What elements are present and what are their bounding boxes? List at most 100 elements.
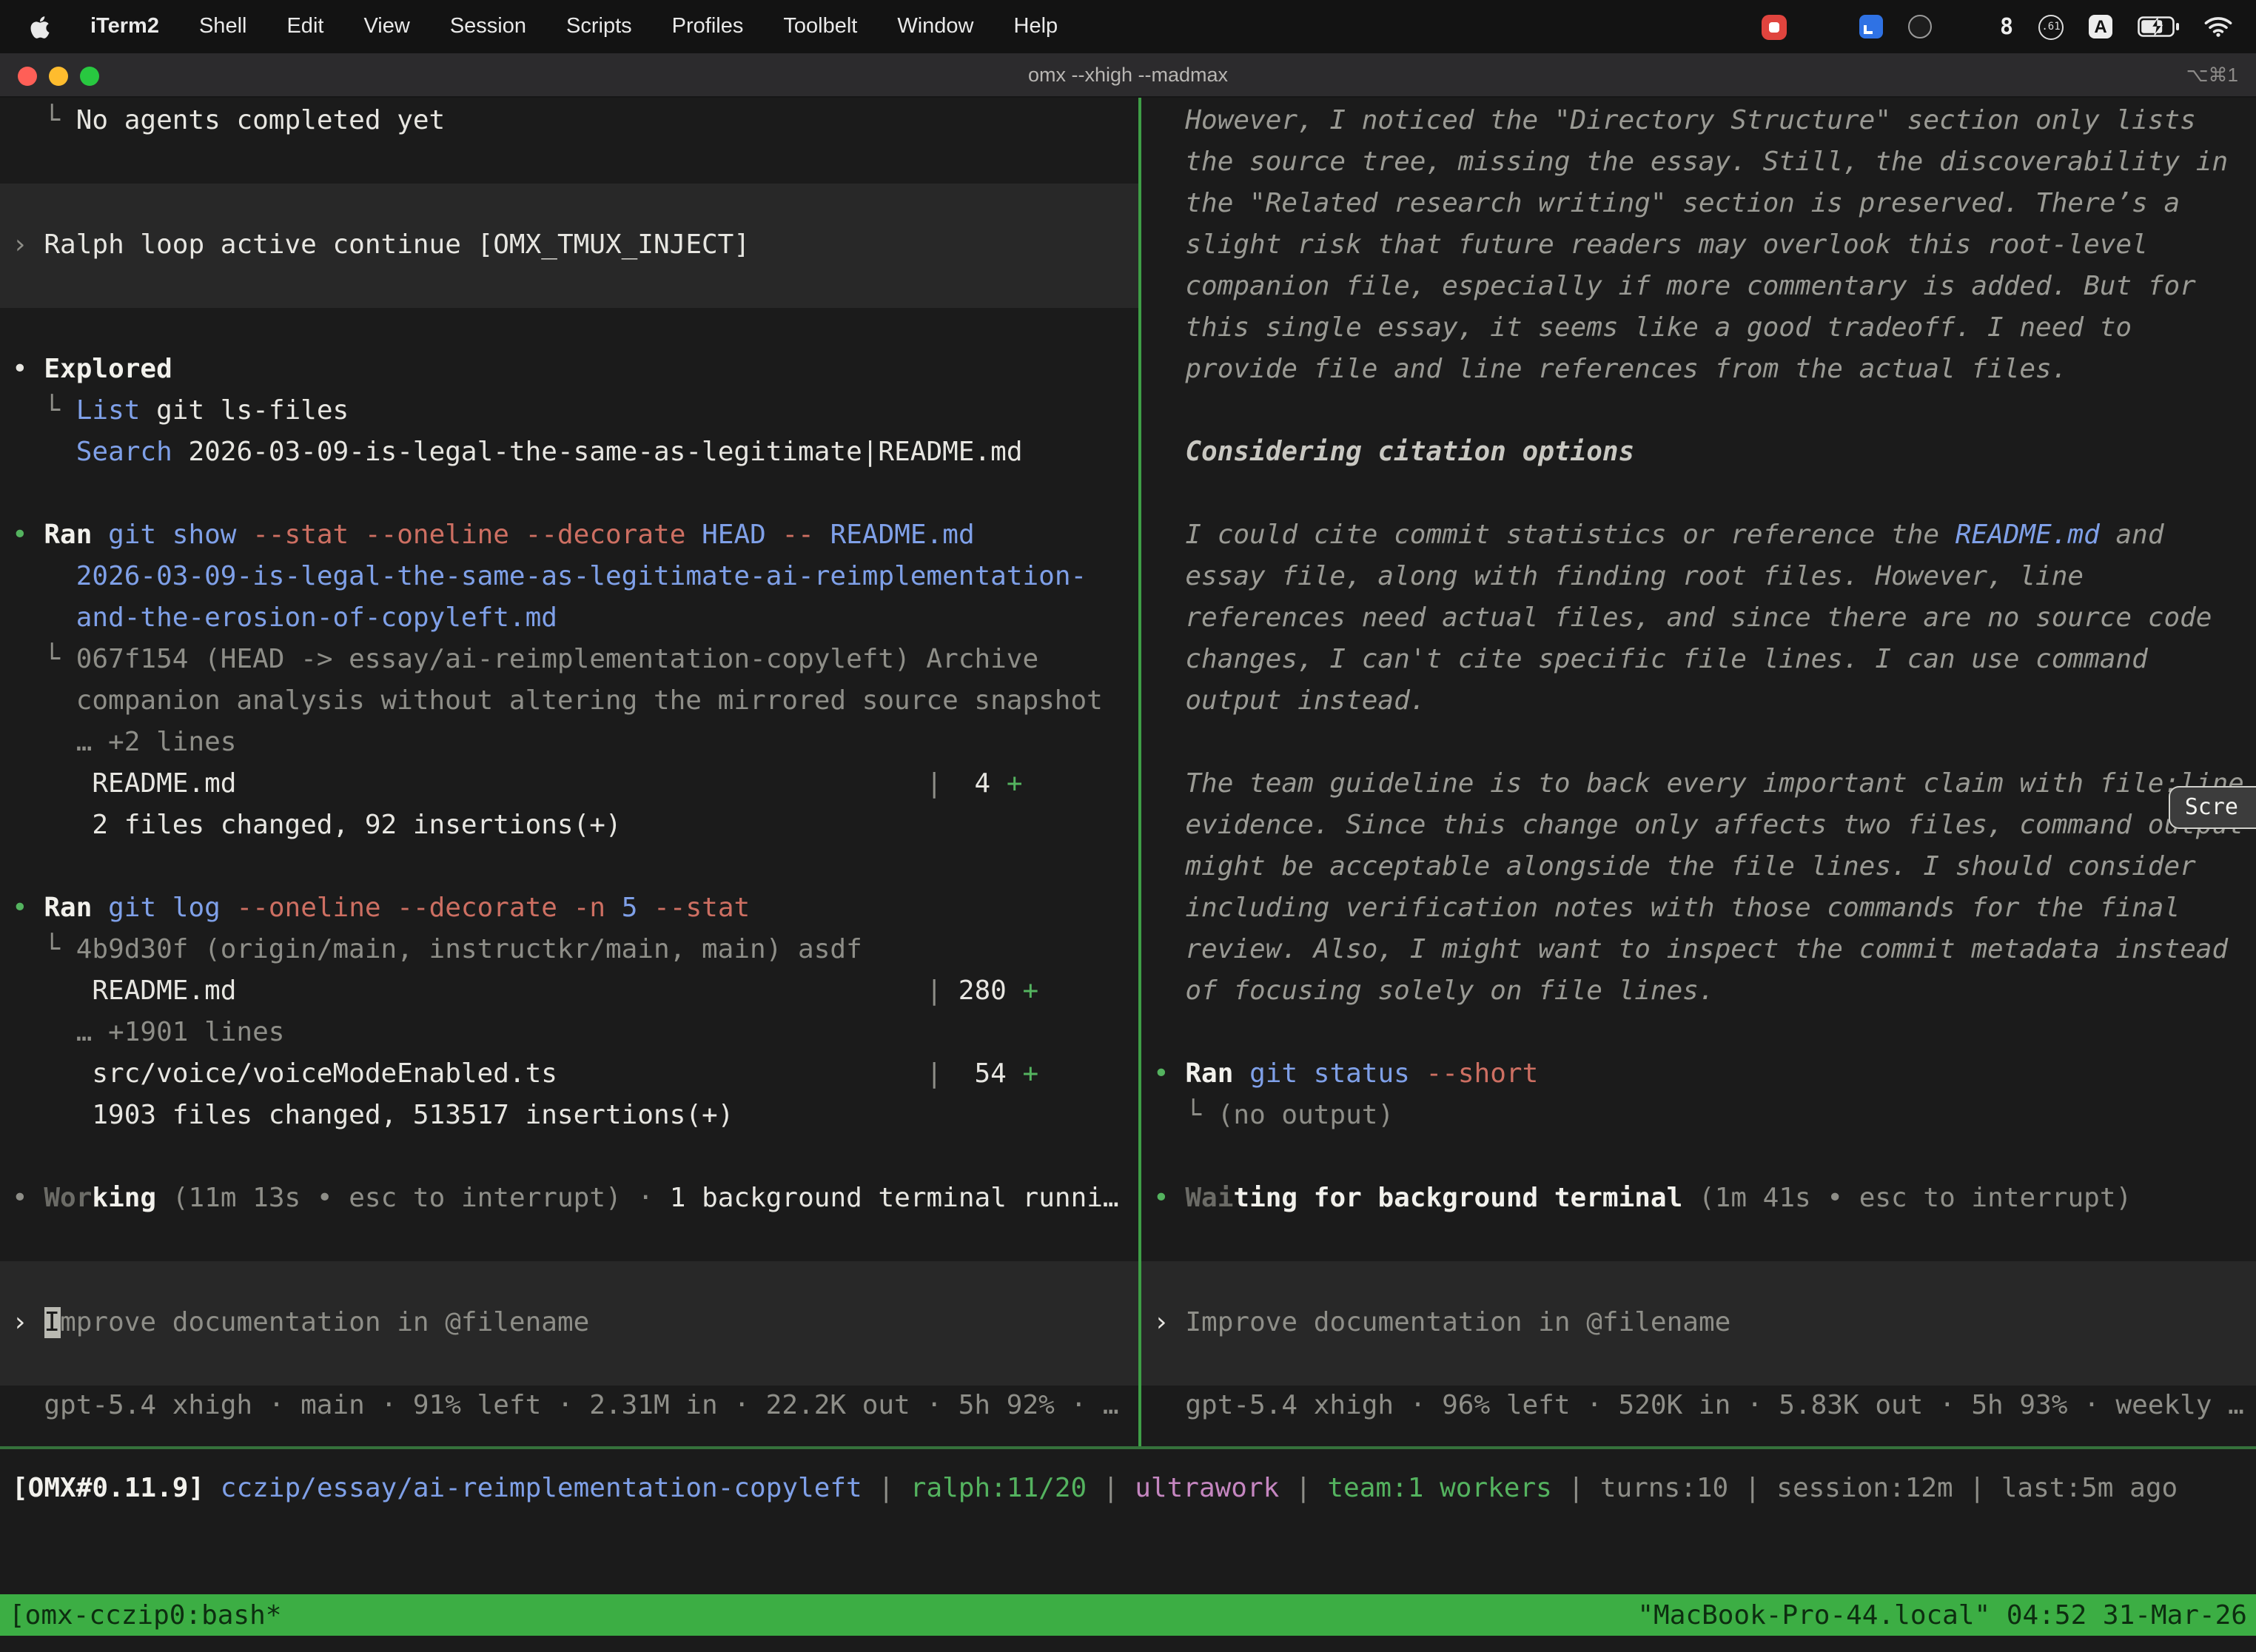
left-input-text[interactable]: › Improve documentation in @filename: [0, 1303, 1138, 1344]
text-segment: 2026-03-09-is-legal-the-same-as-legitima…: [172, 437, 1023, 468]
text-segment: Improve documentation in @filename: [1185, 1307, 1730, 1338]
input-source-icon[interactable]: A: [2089, 15, 2112, 38]
text-segment: •: [12, 354, 44, 385]
terminal-line: references need actual files, and since …: [1141, 598, 2256, 639]
terminal-line: might be acceptable alongside the file l…: [1141, 847, 2256, 888]
text-segment: README.md: [1955, 520, 2100, 551]
menu-item-scripts[interactable]: Scripts: [566, 15, 632, 38]
text-segment: ting for background terminal: [1233, 1183, 1682, 1214]
text-segment: src/voice/voiceModeEnabled.ts: [12, 1058, 557, 1089]
tmux-host-clock: "MacBook-Pro-44.local" 04:52 31-Mar-26: [1628, 1599, 2256, 1631]
text-segment: +: [1007, 768, 1023, 799]
bento-grid-icon[interactable]: [1812, 16, 1834, 38]
gauge-icon[interactable]: .61: [2038, 14, 2064, 39]
menu-item-profiles[interactable]: Profiles: [672, 15, 744, 38]
right-status-line: gpt-5.4 xhigh · 96% left · 520K in · 5.8…: [1141, 1386, 2256, 1427]
text-segment: git log: [108, 893, 221, 924]
tmux-window-item[interactable]: [omx-cczip0:bash*: [0, 1599, 290, 1631]
screen-recording-icon[interactable]: [1762, 14, 1787, 39]
terminal-line: [1141, 1137, 2256, 1178]
text-segment: including verification notes with those …: [1153, 893, 2180, 924]
text-segment: and-the-erosion-of-copyleft.md: [76, 602, 557, 634]
terminal-line: I could cite commit statistics or refere…: [1141, 515, 2256, 557]
text-segment: •: [12, 1183, 44, 1214]
terminal-line: [0, 308, 1138, 349]
battery-icon[interactable]: [2138, 16, 2179, 37]
menu-item-toolbelt[interactable]: Toolbelt: [783, 15, 857, 38]
menu-item-edit[interactable]: Edit: [286, 15, 323, 38]
screen: iTerm2 Shell Edit View Session Scripts P…: [0, 0, 2256, 1652]
text-segment: README.md: [12, 976, 236, 1007]
text-segment: --stat --oneline --decorate: [252, 520, 685, 551]
terminal-line: └ 067f154 (HEAD -> essay/ai-reimplementa…: [0, 639, 1138, 681]
text-segment: and: [2100, 520, 2164, 551]
text-segment: |: [236, 976, 942, 1007]
terminal-line: evidence. Since this change only affects…: [1141, 805, 2256, 847]
text-segment: [12, 602, 76, 634]
text-segment: [156, 1183, 172, 1214]
menu-item-window[interactable]: Window: [897, 15, 973, 38]
right-input-text[interactable]: › Improve documentation in @filename: [1141, 1303, 2256, 1344]
left-pane[interactable]: └ No agents completed yet › Ralph loop a…: [0, 98, 1138, 1446]
dots-grid-icon[interactable]: [1957, 18, 1975, 36]
text-segment: |: [1552, 1473, 1600, 1504]
text-segment: gpt-5.4 xhigh · 96% left · 520K in · 5.8…: [1153, 1390, 2244, 1421]
text-segment: [637, 893, 654, 924]
terminal-line: this single essay, it seems like a good …: [1141, 308, 2256, 349]
right-pane[interactable]: However, I noticed the "Directory Struct…: [1141, 98, 2256, 1446]
text-segment: [221, 893, 237, 924]
text-segment: •: [12, 520, 44, 551]
text-segment: [1410, 1058, 1426, 1089]
wifi-icon[interactable]: [2204, 16, 2232, 37]
text-segment: (11m 13s • esc to interrupt): [172, 1183, 622, 1214]
terminal-line: [1141, 474, 2256, 515]
text-segment: slight risk that future readers may over…: [1153, 229, 2148, 261]
terminal-line: the source tree, missing the essay. Stil…: [1141, 142, 2256, 184]
text-segment: |: [557, 1058, 942, 1089]
text-segment: companion analysis without altering the …: [12, 685, 1103, 716]
left-status-line: gpt-5.4 xhigh · main · 91% left · 2.31M …: [0, 1386, 1138, 1427]
terminal-line: Search 2026-03-09-is-legal-the-same-as-l…: [0, 432, 1138, 474]
left-output-top: └ No agents completed yet: [0, 101, 1138, 184]
menu-item-help[interactable]: Help: [1014, 15, 1058, 38]
terminal-line: However, I noticed the "Directory Struct…: [1141, 101, 2256, 142]
menu-item-shell[interactable]: Shell: [199, 15, 247, 38]
text-segment: ralph:11/20: [910, 1473, 1087, 1504]
terminal-line: • Ran git log --oneline --decorate -n 5 …: [0, 888, 1138, 930]
text-segment: … +1901 lines: [12, 1017, 284, 1048]
terminal-area: └ No agents completed yet › Ralph loop a…: [0, 98, 2256, 1446]
text-segment: |: [1087, 1473, 1135, 1504]
text-segment: 4b9d30f (origin/main, instructkr/main, m…: [76, 934, 862, 965]
blue-app-icon[interactable]: [1859, 15, 1883, 38]
menu-item-session[interactable]: Session: [450, 15, 526, 38]
eight-icon[interactable]: 8: [2000, 13, 2013, 40]
terminal-line: [0, 142, 1138, 184]
terminal-line: Considering citation options: [1141, 432, 2256, 474]
text-segment: README.md: [12, 768, 236, 799]
text-segment: [204, 1473, 221, 1504]
terminal-line: • Explored: [0, 349, 1138, 391]
text-segment: └: [1153, 1100, 1218, 1131]
text-segment: Ran: [44, 893, 92, 924]
menu-item-view[interactable]: View: [363, 15, 409, 38]
text-segment: ›: [12, 229, 44, 261]
dark-circle-icon[interactable]: [1908, 15, 1932, 38]
screen-notification-chip[interactable]: Scre: [2169, 786, 2256, 829]
apple-menu-icon[interactable]: [30, 14, 50, 39]
window-shortcut: ⌥⌘1: [2186, 53, 2238, 98]
text-segment: However, I noticed the "Directory Struct…: [1153, 105, 2196, 136]
terminal-line: The team guideline is to back every impo…: [1141, 764, 2256, 805]
text-segment: git show: [108, 520, 236, 551]
menu-item-iterm2[interactable]: iTerm2: [90, 15, 159, 38]
text-segment: [12, 437, 76, 468]
text-segment: Ralph loop active continue [OMX_TMUX_INJ…: [44, 229, 750, 261]
text-segment: [92, 893, 108, 924]
left-input-box[interactable]: › Improve documentation in @filename: [0, 1261, 1138, 1386]
text-segment: └: [12, 644, 76, 675]
text-segment: [1153, 437, 1185, 468]
menu-bar-status-area: 8 .61 A: [1762, 13, 2256, 40]
terminal-line: README.md | 280 +: [0, 971, 1138, 1013]
terminal-line: README.md | 4 +: [0, 764, 1138, 805]
text-segment: |: [1728, 1473, 1776, 1504]
right-input-box[interactable]: › Improve documentation in @filename: [1141, 1261, 2256, 1386]
